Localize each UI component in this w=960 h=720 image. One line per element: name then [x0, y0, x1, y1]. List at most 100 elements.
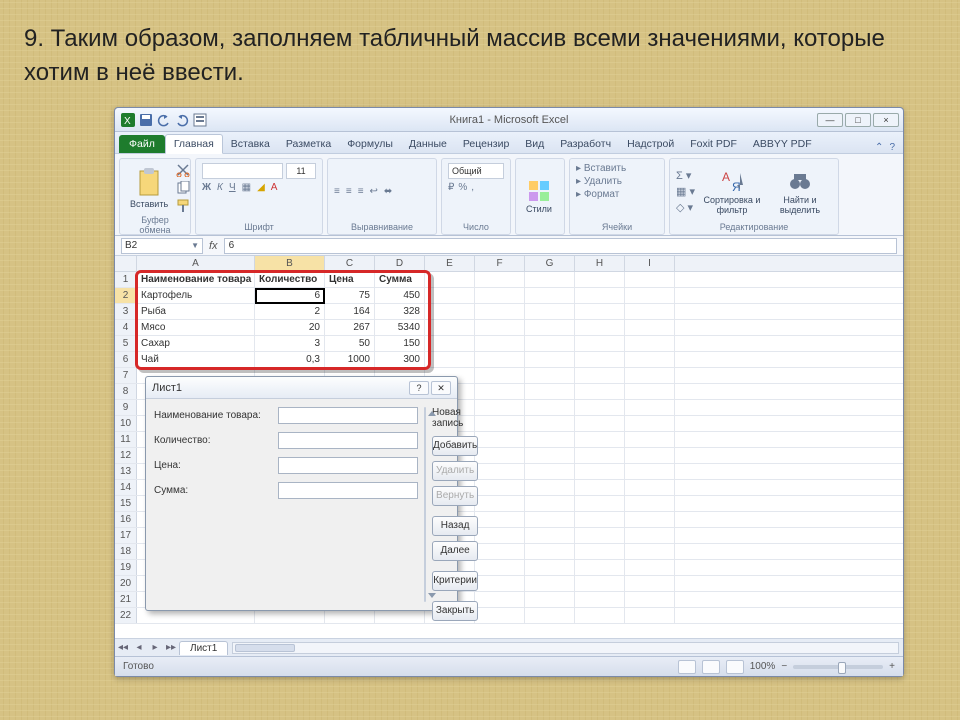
styles-button[interactable]: Стили	[522, 178, 556, 216]
percent-icon[interactable]: %	[458, 182, 467, 193]
cell[interactable]: 50	[325, 336, 375, 351]
format-cells-button[interactable]: ▸ Формат	[576, 189, 619, 200]
cell[interactable]: 20	[255, 320, 325, 335]
cell[interactable]: 2	[255, 304, 325, 319]
underline-icon[interactable]: Ч	[229, 182, 236, 193]
copy-icon[interactable]	[176, 181, 190, 195]
cell[interactable]: 6	[255, 288, 325, 303]
field-price-input[interactable]	[278, 457, 418, 474]
font-name-combo[interactable]	[202, 163, 283, 179]
close-form-button[interactable]: Закрыть	[432, 601, 478, 621]
rowhdr[interactable]: 19	[115, 560, 137, 575]
colhdr-G[interactable]: G	[525, 256, 575, 271]
colhdr-A[interactable]: A	[137, 256, 255, 271]
field-sum-input[interactable]	[278, 482, 418, 499]
rowhdr[interactable]: 9	[115, 400, 137, 415]
rowhdr[interactable]: 17	[115, 528, 137, 543]
tab-developer[interactable]: Разработч	[552, 135, 619, 153]
rowhdr[interactable]: 21	[115, 592, 137, 607]
rowhdr[interactable]: 15	[115, 496, 137, 511]
cell[interactable]: Цена	[325, 272, 375, 287]
rowhdr[interactable]: 11	[115, 432, 137, 447]
prev-button[interactable]: Назад	[432, 516, 478, 536]
rowhdr[interactable]: 3	[115, 304, 137, 319]
cell[interactable]: Количество	[255, 272, 325, 287]
zoom-out-button[interactable]: −	[781, 661, 787, 672]
cell[interactable]: 0,3	[255, 352, 325, 367]
rowhdr[interactable]: 5	[115, 336, 137, 351]
rowhdr[interactable]: 14	[115, 480, 137, 495]
tab-formulas[interactable]: Формулы	[339, 135, 401, 153]
insert-cells-button[interactable]: ▸ Вставить	[576, 163, 626, 174]
rowhdr[interactable]: 22	[115, 608, 137, 623]
rowhdr[interactable]: 20	[115, 576, 137, 591]
tab-file[interactable]: Файл	[119, 135, 165, 153]
format-painter-icon[interactable]	[176, 199, 190, 213]
help-icon[interactable]: ?	[889, 142, 895, 153]
rowhdr[interactable]: 10	[115, 416, 137, 431]
rowhdr[interactable]: 12	[115, 448, 137, 463]
rowhdr[interactable]: 16	[115, 512, 137, 527]
grid[interactable]: A B C D E F G H I 1 Наименование товара …	[115, 256, 903, 638]
tab-view[interactable]: Вид	[517, 135, 552, 153]
fx-icon[interactable]: fx	[209, 240, 218, 252]
dialog-help-button[interactable]: ?	[409, 381, 429, 395]
border-icon[interactable]: ▦	[242, 182, 251, 193]
cell[interactable]: Картофель	[137, 288, 255, 303]
currency-icon[interactable]: ₽	[448, 182, 454, 193]
align-center-icon[interactable]: ≡	[346, 186, 352, 197]
sheet-tab[interactable]: Лист1	[179, 641, 228, 655]
colhdr-E[interactable]: E	[425, 256, 475, 271]
font-color-icon[interactable]: A	[271, 182, 278, 193]
view-normal-button[interactable]	[678, 660, 696, 674]
sheet-nav-next[interactable]: ▸	[147, 642, 163, 653]
find-select-button[interactable]: Найти и выделить	[769, 167, 831, 217]
rowhdr[interactable]: 4	[115, 320, 137, 335]
italic-icon[interactable]: К	[217, 182, 223, 193]
ribbon-minimize-icon[interactable]: ⌃	[875, 142, 883, 153]
paste-button[interactable]: Вставить	[126, 165, 172, 211]
cell[interactable]: 328	[375, 304, 425, 319]
dialog-scrollbar[interactable]	[424, 407, 426, 602]
cell[interactable]: 300	[375, 352, 425, 367]
sort-filter-button[interactable]: АЯ Сортировка и фильтр	[699, 167, 765, 217]
next-button[interactable]: Далее	[432, 541, 478, 561]
view-page-break-button[interactable]	[726, 660, 744, 674]
colhdr-B[interactable]: B	[255, 256, 325, 271]
bold-icon[interactable]: Ж	[202, 182, 211, 193]
cell[interactable]: Мясо	[137, 320, 255, 335]
cell[interactable]: 5340	[375, 320, 425, 335]
view-page-layout-button[interactable]	[702, 660, 720, 674]
merge-icon[interactable]: ⬌	[384, 186, 392, 197]
worksheet[interactable]: A B C D E F G H I 1 Наименование товара …	[115, 256, 903, 638]
wrap-text-icon[interactable]: ↩	[370, 186, 378, 197]
criteria-button[interactable]: Критерии	[432, 571, 478, 591]
rowhdr[interactable]: 13	[115, 464, 137, 479]
rowhdr[interactable]: 6	[115, 352, 137, 367]
colhdr-C[interactable]: C	[325, 256, 375, 271]
dialog-close-button[interactable]: ✕	[431, 381, 451, 395]
tab-foxit[interactable]: Foxit PDF	[682, 135, 745, 153]
cell[interactable]: 150	[375, 336, 425, 351]
tab-abbyy[interactable]: ABBYY PDF	[745, 135, 820, 153]
cell[interactable]: Сумма	[375, 272, 425, 287]
cell[interactable]: Наименование товара	[137, 272, 255, 287]
cut-icon[interactable]	[176, 163, 190, 177]
sheet-nav-prev[interactable]: ◂	[131, 642, 147, 653]
colhdr-F[interactable]: F	[475, 256, 525, 271]
tab-home[interactable]: Главная	[165, 134, 223, 154]
field-name-input[interactable]	[278, 407, 418, 424]
tab-data[interactable]: Данные	[401, 135, 455, 153]
name-box[interactable]: B2 ▼	[121, 238, 203, 254]
fill-icon[interactable]: ▦ ▾	[676, 185, 695, 198]
formula-bar[interactable]: 6	[224, 238, 897, 254]
select-all-corner[interactable]	[115, 256, 137, 271]
tab-review[interactable]: Рецензир	[455, 135, 517, 153]
cell[interactable]: Рыба	[137, 304, 255, 319]
rowhdr[interactable]: 18	[115, 544, 137, 559]
tab-addins[interactable]: Надстрой	[619, 135, 682, 153]
colhdr-H[interactable]: H	[575, 256, 625, 271]
cell[interactable]: Сахар	[137, 336, 255, 351]
add-button[interactable]: Добавить	[432, 436, 478, 456]
rowhdr[interactable]: 7	[115, 368, 137, 383]
